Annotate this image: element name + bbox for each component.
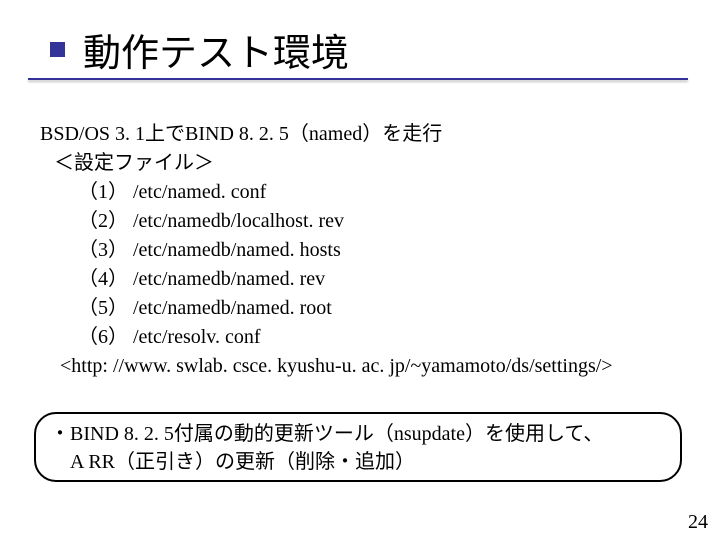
settings-item: （6） /etc/resolv. conf <box>78 323 700 352</box>
title-block: 動作テスト環境 <box>50 22 349 77</box>
title-bullet-icon <box>50 42 65 57</box>
body-line: BSD/OS 3. 1上でBIND 8. 2. 5（named）を走行 <box>40 120 700 149</box>
settings-item: （3） /etc/namedb/named. hosts <box>78 236 700 265</box>
note-box: ・BIND 8. 2. 5付属の動的更新ツール（nsupdate）を使用して、 … <box>34 412 682 482</box>
note-line: ・BIND 8. 2. 5付属の動的更新ツール（nsupdate）を使用して、 <box>50 420 666 448</box>
settings-item: （4） /etc/namedb/named. rev <box>78 265 700 294</box>
settings-item: （5） /etc/namedb/named. root <box>78 294 700 323</box>
page-number: 24 <box>688 511 708 534</box>
body-content: BSD/OS 3. 1上でBIND 8. 2. 5（named）を走行 ＜設定フ… <box>40 120 700 381</box>
slide: 動作テスト環境 BSD/OS 3. 1上でBIND 8. 2. 5（named）… <box>0 0 720 540</box>
settings-url: <http: //www. swlab. csce. kyushu-u. ac.… <box>60 352 700 381</box>
settings-item: （2） /etc/namedb/localhost. rev <box>78 207 700 236</box>
settings-heading: ＜設定ファイル＞ <box>54 149 700 178</box>
title-underline <box>28 78 688 80</box>
note-line: A RR（正引き）の更新（削除・追加） <box>50 448 666 476</box>
slide-title: 動作テスト環境 <box>83 22 349 77</box>
settings-item: （1） /etc/named. conf <box>78 178 700 207</box>
